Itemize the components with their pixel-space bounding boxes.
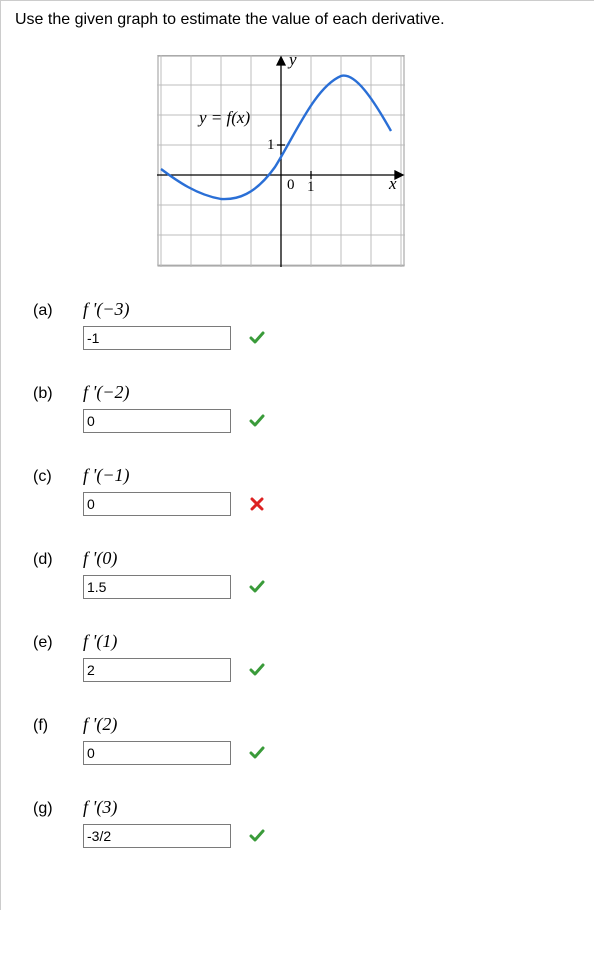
part-d: (d) f '(0): [33, 548, 594, 599]
part-prompt: f '(0): [83, 548, 117, 569]
part-prompt: f '(3): [83, 797, 117, 818]
part-letter: (c): [33, 468, 63, 486]
y-axis-label: y: [287, 55, 297, 69]
answer-input-g[interactable]: [83, 824, 231, 848]
x-tick-1: 1: [307, 179, 315, 195]
part-prompt: f '(−3): [83, 299, 130, 320]
curve-label: y = f(x): [197, 108, 250, 127]
y-tick-1: 1: [267, 137, 275, 153]
part-g: (g) f '(3): [33, 797, 594, 848]
part-letter: (b): [33, 385, 63, 403]
part-f: (f) f '(2): [33, 714, 594, 765]
part-prompt: f '(−1): [83, 465, 130, 486]
part-e: (e) f '(1): [33, 631, 594, 682]
part-letter: (d): [33, 551, 63, 569]
part-b: (b) f '(−2): [33, 382, 594, 433]
check-icon: [249, 330, 265, 346]
answer-input-e[interactable]: [83, 658, 231, 682]
graph-svg: y x 0 1 1 y = f(x): [157, 55, 405, 267]
x-axis-label: x: [388, 174, 397, 193]
part-c: (c) f '(−1): [33, 465, 594, 516]
parts-list: (a) f '(−3) (b) f '(−2) (c) f '(−1) (d): [7, 299, 594, 848]
answer-input-b[interactable]: [83, 409, 231, 433]
part-letter: (a): [33, 302, 63, 320]
part-letter: (f): [33, 717, 63, 735]
answer-input-c[interactable]: [83, 492, 231, 516]
check-icon: [249, 413, 265, 429]
check-icon: [249, 828, 265, 844]
check-icon: [249, 745, 265, 761]
part-a: (a) f '(−3): [33, 299, 594, 350]
answer-input-f[interactable]: [83, 741, 231, 765]
answer-input-d[interactable]: [83, 575, 231, 599]
part-prompt: f '(−2): [83, 382, 130, 403]
part-letter: (g): [33, 800, 63, 818]
check-icon: [249, 579, 265, 595]
origin-label: 0: [287, 177, 295, 193]
part-letter: (e): [33, 634, 63, 652]
x-icon: [249, 496, 265, 512]
check-icon: [249, 662, 265, 678]
part-prompt: f '(1): [83, 631, 117, 652]
answer-input-a[interactable]: [83, 326, 231, 350]
question-text: Use the given graph to estimate the valu…: [7, 11, 594, 55]
graph-figure: y x 0 1 1 y = f(x) i: [157, 55, 594, 267]
part-prompt: f '(2): [83, 714, 117, 735]
